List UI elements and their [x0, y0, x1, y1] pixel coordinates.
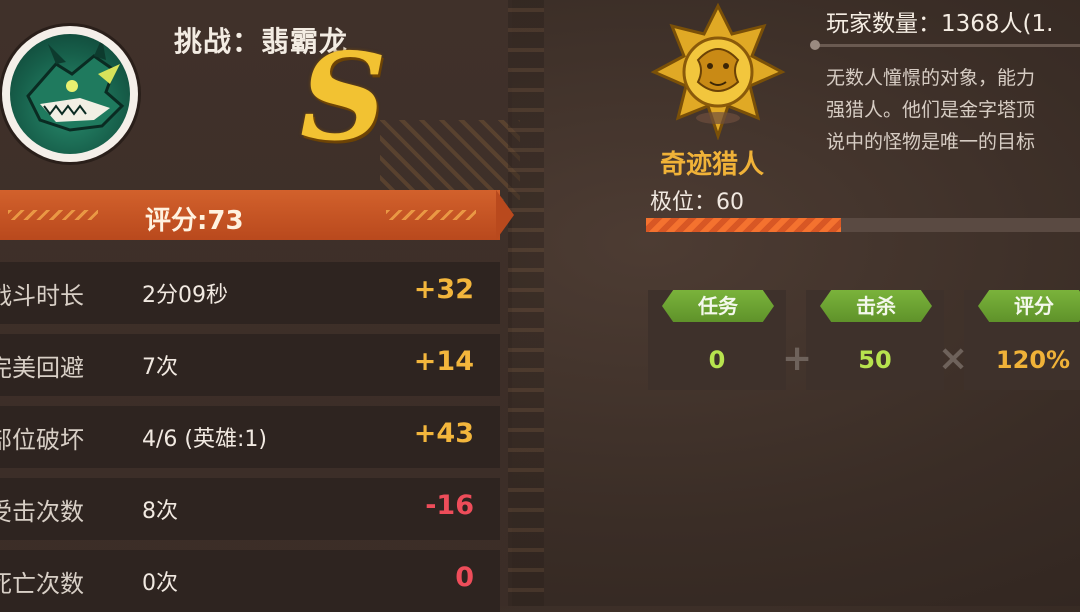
monster-avatar: [2, 26, 138, 162]
formula-value-kill: 50: [858, 346, 892, 374]
hunter-title: 奇迹猎人: [660, 150, 765, 180]
stat-delta: 0: [455, 562, 474, 593]
stat-label: 战斗时长: [0, 282, 84, 310]
formula-tag-kill: 击杀: [820, 290, 932, 322]
stat-row-hits-taken: 受击次数 8次 -16: [0, 478, 500, 540]
stat-label: 部位破坏: [0, 426, 84, 454]
rank-letter: S: [300, 27, 387, 168]
stat-delta: +43: [413, 418, 474, 449]
title-description: 无数人憧憬的对象，能力 强猎人。他们是金字塔顶 说中的怪物是唯一的目标: [826, 62, 1080, 158]
decorative-pattern: [380, 120, 520, 200]
formula-value-mission: 0: [708, 346, 726, 374]
stat-row-perfect-dodge: 完美回避 7次 +14: [0, 334, 500, 396]
rank-progress-fill: [646, 218, 842, 232]
panel-divider: [508, 0, 544, 606]
banner-ornament-right: [386, 210, 476, 220]
rank-progress-bar: [646, 218, 1080, 232]
stat-label: 死亡次数: [0, 570, 84, 598]
stat-delta: -16: [425, 490, 474, 521]
multiply-operator-icon: ×: [938, 338, 969, 379]
stat-value: 8次: [142, 499, 178, 524]
score-banner-tip: [496, 190, 514, 240]
stat-value: 4/6 (英雄:1): [142, 427, 267, 452]
dragon-portrait-icon: [10, 34, 130, 154]
formula-value-rating: 120%: [995, 346, 1071, 374]
gold-lion-medal-icon: [640, 0, 796, 141]
stat-delta: +14: [413, 346, 474, 377]
stat-value: 0次: [142, 571, 178, 596]
description-line: 强猎人。他们是金字塔顶: [826, 99, 1036, 121]
banner-ornament-left: [8, 210, 98, 220]
stat-row-part-break: 部位破坏 4/6 (英雄:1) +43: [0, 406, 500, 468]
formula-tag-mission: 任务: [662, 290, 774, 322]
rank-level: 极位：60: [650, 190, 744, 215]
description-line: 说中的怪物是唯一的目标: [826, 131, 1036, 153]
stat-label: 受击次数: [0, 498, 84, 526]
description-scrollbar-handle[interactable]: [810, 40, 820, 50]
stat-delta: +32: [413, 274, 474, 305]
description-scrollbar-track[interactable]: [814, 44, 1080, 47]
stat-row-battle-time: 战斗时长 2分09秒 +32: [0, 262, 500, 324]
stat-value: 2分09秒: [142, 283, 228, 308]
player-count: 玩家数量：1368人(1.: [826, 11, 1054, 37]
formula-tag-rating: 评分: [978, 290, 1080, 322]
score-label: 评分:73: [145, 206, 244, 236]
stat-label: 完美回避: [0, 354, 84, 382]
stat-value: 7次: [142, 355, 178, 380]
description-line: 无数人憧憬的对象，能力: [826, 67, 1036, 89]
plus-operator-icon: +: [782, 338, 813, 379]
stat-row-deaths: 死亡次数 0次 0: [0, 550, 500, 612]
